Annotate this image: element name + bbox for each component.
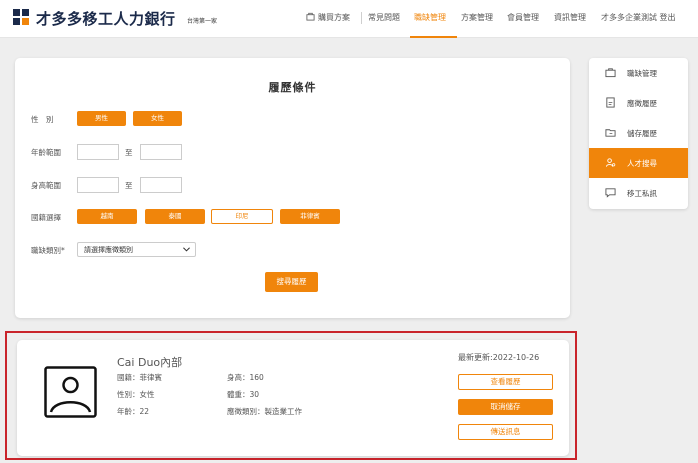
- nav-active-underline: [410, 36, 457, 38]
- age-range-separator: 至: [125, 148, 133, 157]
- gender-male-button[interactable]: 男性: [77, 111, 126, 126]
- height-min-input[interactable]: [77, 177, 119, 193]
- sidebar-item-label: 人才搜尋: [627, 159, 657, 168]
- candidate-weight: 體重：30: [227, 390, 260, 399]
- nav-buy-plan[interactable]: 購買方案: [318, 12, 350, 23]
- sidebar-item-label: 應徵履歷: [627, 99, 657, 108]
- sidebar-item-worker-messages[interactable]: 移工私訊: [589, 178, 688, 208]
- folder-icon: [605, 129, 616, 137]
- cart-icon: [306, 12, 315, 21]
- sidebar-item-label: 移工私訊: [627, 189, 657, 198]
- sidebar-item-label: 儲存履歷: [627, 129, 657, 138]
- people-search-icon: [605, 158, 616, 167]
- gender-label: 性 別: [31, 115, 54, 124]
- nav-faq[interactable]: 常見問題: [368, 12, 400, 23]
- criteria-title: 履歷條件: [268, 81, 317, 94]
- candidate-name: Cai Duo內部: [117, 356, 183, 369]
- candidate-job-category: 應徵類別：製造業工作: [227, 407, 302, 416]
- nav-divider: [361, 12, 362, 24]
- job-category-select-value: 請選擇應徵類別: [84, 246, 133, 254]
- logo-icon: [13, 9, 29, 25]
- age-max-input[interactable]: [140, 144, 182, 160]
- sidebar-item-job-management[interactable]: 職缺管理: [589, 58, 688, 88]
- last-updated-date: 最新更新:2022-10-26: [458, 353, 540, 362]
- nationality-thailand-button[interactable]: 泰國: [145, 209, 205, 224]
- job-category-label: 職缺類別*: [31, 246, 65, 255]
- resume-criteria-card: 履歷條件 性 別 男性 女性 年齡範圍 至 身高範圍 至 國籍選擇 越南 泰國 …: [15, 58, 570, 318]
- nav-account-logout[interactable]: 才多多企業測試 登出: [601, 12, 676, 23]
- top-header: 才多多移工人力銀行 台灣第一家 購買方案 常見問題 職缺管理 方案管理 會員管理…: [0, 0, 698, 38]
- avatar-placeholder-icon: [44, 366, 97, 418]
- candidate-nationality: 國籍：菲律賓: [117, 373, 162, 382]
- height-range-separator: 至: [125, 181, 133, 190]
- nationality-label: 國籍選擇: [31, 213, 61, 222]
- age-range-label: 年齡範圍: [31, 148, 61, 157]
- job-category-select[interactable]: 請選擇應徵類別: [77, 242, 196, 257]
- candidate-age: 年齡：22: [117, 407, 150, 416]
- sidebar-item-applied-resumes[interactable]: 應徵履歷: [589, 88, 688, 118]
- candidate-height: 身高：160: [227, 373, 264, 382]
- send-message-button[interactable]: 傳送訊息: [458, 424, 553, 440]
- search-resume-button[interactable]: 搜尋履歷: [265, 272, 318, 292]
- chat-icon: [605, 188, 616, 198]
- nav-job-management[interactable]: 職缺管理: [414, 12, 446, 23]
- sidebar-item-label: 職缺管理: [627, 69, 657, 78]
- nationality-indonesia-button[interactable]: 印尼: [211, 209, 273, 224]
- nav-member-management[interactable]: 會員管理: [507, 12, 539, 23]
- resume-result-card: Cai Duo內部 國籍：菲律賓 性別：女性 年齡：22 身高：160 體重：3…: [17, 340, 569, 456]
- logo-subtext: 台灣第一家: [187, 18, 218, 25]
- unsave-resume-button[interactable]: 取消儲存: [458, 399, 553, 415]
- briefcase-icon: [605, 68, 616, 78]
- nav-plan-management[interactable]: 方案管理: [461, 12, 493, 23]
- view-resume-button[interactable]: 查看履歷: [458, 374, 553, 390]
- nationality-philippines-button[interactable]: 菲律賓: [280, 209, 340, 224]
- height-range-label: 身高範圍: [31, 181, 61, 190]
- document-icon: [606, 97, 615, 108]
- chevron-down-icon: [183, 247, 190, 252]
- nationality-vietnam-button[interactable]: 越南: [77, 209, 137, 224]
- nav-info-management[interactable]: 資訊管理: [554, 12, 586, 23]
- height-max-input[interactable]: [140, 177, 182, 193]
- sidebar-item-saved-resumes[interactable]: 儲存履歷: [589, 118, 688, 148]
- logo-text[interactable]: 才多多移工人力銀行: [36, 8, 176, 29]
- candidate-gender: 性別：女性: [117, 390, 155, 399]
- age-min-input[interactable]: [77, 144, 119, 160]
- gender-female-button[interactable]: 女性: [133, 111, 182, 126]
- side-menu: 職缺管理 應徵履歷 儲存履歷 人才搜尋 移工私訊: [589, 58, 688, 209]
- sidebar-item-talent-search[interactable]: 人才搜尋: [589, 148, 688, 178]
